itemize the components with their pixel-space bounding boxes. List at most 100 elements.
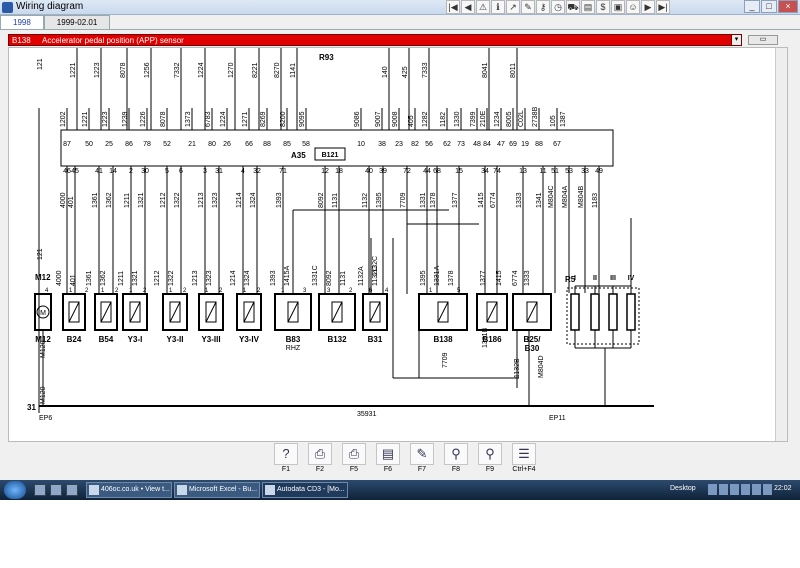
component-wire-label: 1322 — [168, 270, 175, 286]
ecu-pin-label: 5 — [165, 168, 169, 175]
ecu-pin-label: 56 — [425, 141, 433, 148]
folder-icon[interactable]: ▣ — [611, 0, 625, 14]
top-wire-label: 1221 — [70, 62, 77, 78]
ecu-pin-label: 71 — [279, 168, 287, 175]
ecu-upper-wire-label: 8078 — [160, 111, 167, 127]
vertical-scrollbar[interactable] — [775, 48, 787, 441]
ground-31-label: 31 — [27, 403, 36, 412]
desktop-toolbar-label[interactable]: Desktop — [670, 485, 696, 492]
zoom-icon: ⚲ — [444, 443, 468, 465]
component-label: Y3-II — [167, 335, 184, 344]
taskbar-item-autodata[interactable]: Autodata CD3 - [Mo... — [262, 482, 348, 498]
fkey-f2[interactable]: ⎙ F2 — [306, 443, 334, 477]
ecu-upper-wire-label: 105 — [550, 115, 557, 127]
ecu-pin-label: 15 — [455, 168, 463, 175]
car-icon[interactable]: ⛟ — [566, 0, 580, 14]
top-wire-label: 1223 — [94, 62, 101, 78]
key-icon[interactable]: ⚷ — [536, 0, 550, 14]
start-button[interactable] — [4, 481, 26, 499]
link-icon[interactable]: ↗ — [506, 0, 520, 14]
close-button[interactable]: × — [778, 0, 798, 13]
next-icon[interactable]: ▶ — [641, 0, 655, 14]
component-selector[interactable]: B138 Accelerator pedal position (APP) se… — [8, 34, 742, 46]
ecu-pin-label: 2 — [129, 168, 133, 175]
tab-1999[interactable]: 1999-02.01 — [43, 15, 111, 29]
selector-side-button[interactable]: ▭ — [748, 35, 778, 45]
windows-taskbar: 406oc.co.uk • View t... Microsoft Excel … — [0, 480, 800, 500]
component-wire-label: 4000 — [56, 270, 63, 286]
book-icon[interactable]: ▤ — [581, 0, 595, 14]
ecu-pin-label: 87 — [63, 141, 71, 148]
minimize-button[interactable]: _ — [744, 0, 760, 13]
fkey-f5[interactable]: ⎙ F5 — [340, 443, 368, 477]
chevron-down-icon[interactable]: ▾ — [731, 35, 741, 45]
ecu-pin-label: 6 — [179, 168, 183, 175]
ecu-pin-label: 72 — [403, 168, 411, 175]
ecu-lower-wire-label: 8092 — [318, 192, 325, 208]
component-code: B138 — [12, 36, 31, 45]
print-setup-icon: ▤ — [376, 443, 400, 465]
ecu-pin-label: 50 — [85, 141, 93, 148]
top-wire-label: 7332 — [174, 62, 181, 78]
fkey-f1[interactable]: ? F1 — [272, 443, 300, 477]
ecu-pin-label: 51 — [551, 168, 559, 175]
prev-icon[interactable]: ◀ — [461, 0, 475, 14]
ecu-pin-label: 39 — [379, 168, 387, 175]
window-title: Wiring diagram — [16, 1, 84, 12]
browser-icon[interactable] — [66, 484, 78, 496]
show-desktop-icon[interactable] — [34, 484, 46, 496]
first-icon[interactable]: |◀ — [446, 0, 460, 14]
user-icon[interactable]: ☺ — [626, 0, 640, 14]
maximize-button[interactable]: □ — [761, 0, 777, 13]
tab-1998[interactable]: 1998 — [0, 15, 44, 29]
ecu-inner-label: B121 — [322, 152, 339, 159]
money-icon[interactable]: $ — [596, 0, 610, 14]
fkey-label: F6 — [383, 466, 393, 473]
fkey-f9[interactable]: ⚲ F9 — [476, 443, 504, 477]
power-icon[interactable] — [763, 484, 772, 495]
ecu-pin-label: 68 — [433, 168, 441, 175]
fkey-ctrl-f4[interactable]: ☰ Ctrl+F4 — [510, 443, 538, 477]
browser-icon — [89, 485, 99, 495]
ecu-lower-wire-label: 1341 — [536, 192, 543, 208]
network-icon[interactable] — [708, 484, 717, 495]
ground-label: 35931 — [357, 411, 377, 418]
last-icon[interactable]: ▶| — [656, 0, 670, 14]
ecu-pin-label: 3 — [203, 168, 207, 175]
top-wire-label: 1256 — [144, 62, 151, 78]
component-wire-label: 6774 — [512, 270, 519, 286]
ecu-pin-label: 85 — [283, 141, 291, 148]
security-icon[interactable] — [730, 484, 739, 495]
tab-divider — [0, 29, 800, 30]
component-wire-label: 1333 — [524, 270, 531, 286]
ecu-lower-wire-label: M804C — [548, 185, 555, 208]
wire-121-label: 121 — [37, 248, 44, 260]
fkey-f6[interactable]: ▤ F6 — [374, 443, 402, 477]
info-icon[interactable]: ℹ — [491, 0, 505, 14]
component-wire-label: 1331C — [312, 265, 319, 286]
wiring-diagram-viewport[interactable]: 1221 1223 8078 1256 7332 1224 1270 8221 8270 1141… — [8, 47, 788, 442]
window-controls: _ □ × — [744, 0, 798, 13]
component-description: Accelerator pedal position (APP) sensor — [42, 36, 184, 45]
fkey-f7[interactable]: ✎ F7 — [408, 443, 436, 477]
ecu-pin-label: 10 — [357, 141, 365, 148]
top-wire-label: 1141 — [290, 63, 297, 78]
ep11-label: EP11 — [549, 415, 566, 422]
fkey-label: Ctrl+F4 — [512, 466, 536, 473]
clock-icon[interactable]: ◷ — [551, 0, 565, 14]
ecu-upper-wire-label: 1239 — [122, 111, 129, 127]
ecu-pin-label: 12 — [321, 168, 329, 175]
update-icon[interactable] — [752, 484, 761, 495]
fkey-f8[interactable]: ⚲ F8 — [442, 443, 470, 477]
language-icon[interactable] — [741, 484, 750, 495]
ecu-upper-wire-label: 9086 — [354, 111, 361, 127]
misc-wire-label: 1132B — [514, 358, 521, 378]
explorer-icon[interactable] — [50, 484, 62, 496]
component-wire-label: 1362 — [100, 270, 107, 286]
top-wire-label: 1224 — [198, 62, 205, 78]
volume-icon[interactable] — [719, 484, 728, 495]
warning-icon[interactable]: ⚠ — [476, 0, 490, 14]
wrench-icon[interactable]: ✎ — [521, 0, 535, 14]
taskbar-item-excel[interactable]: Microsoft Excel - Bu... — [174, 482, 260, 498]
taskbar-item-browser[interactable]: 406oc.co.uk • View t... — [86, 482, 172, 498]
